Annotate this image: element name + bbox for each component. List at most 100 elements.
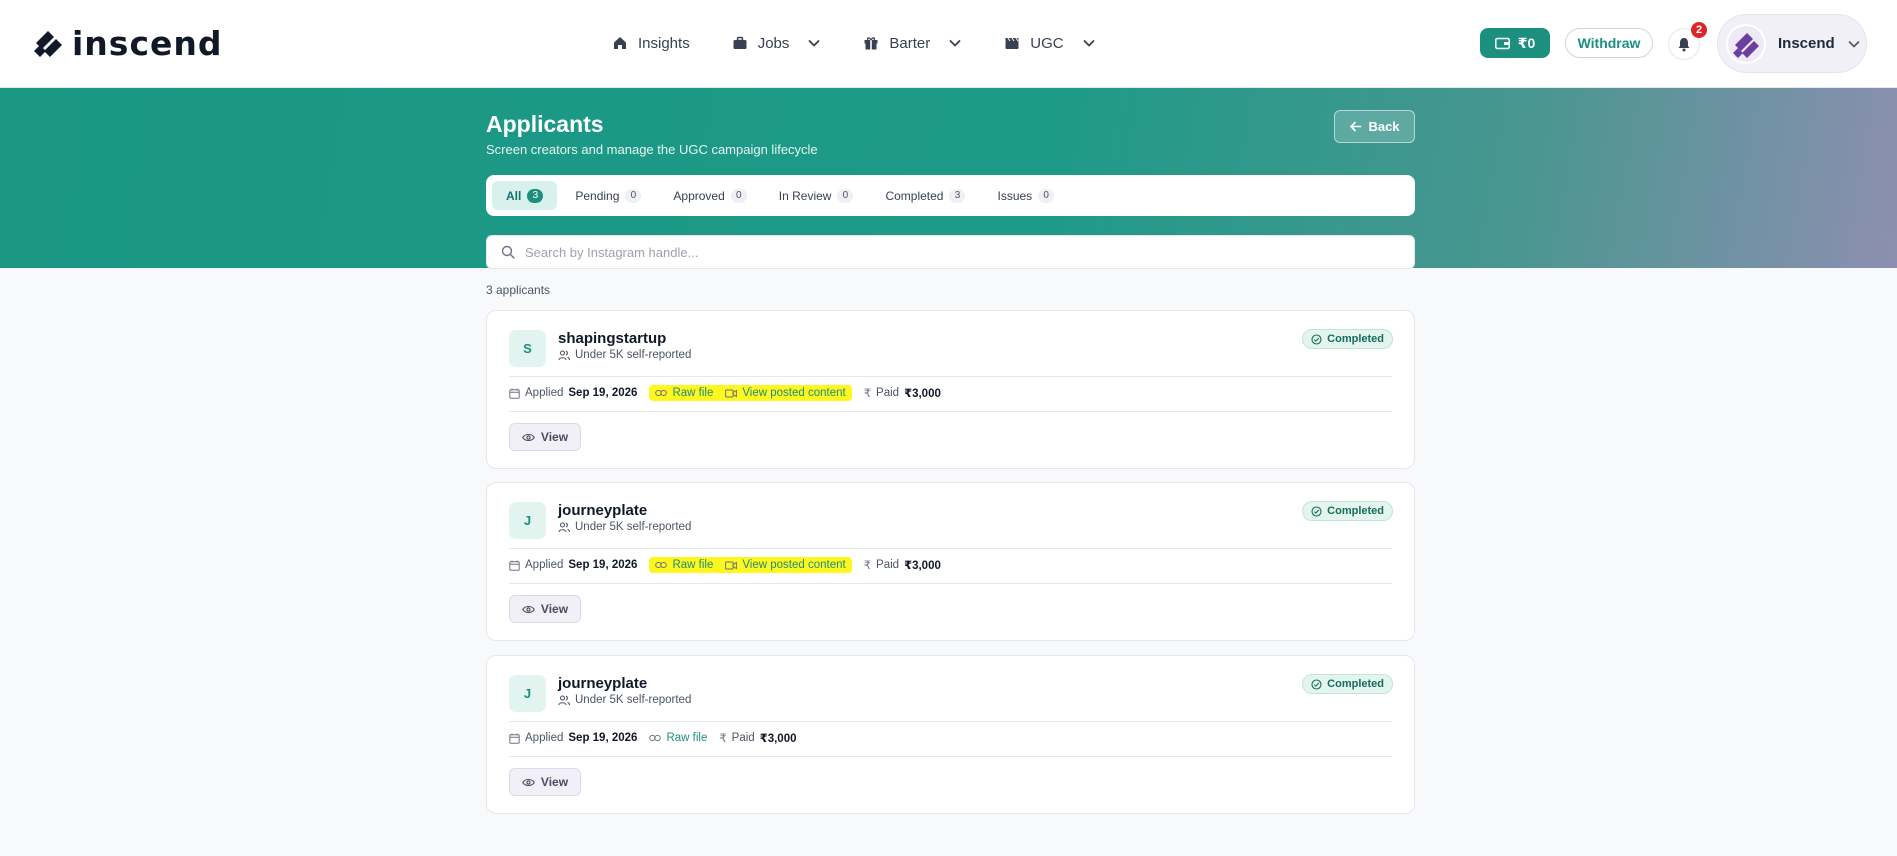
view-button[interactable]: View (509, 768, 581, 796)
notifications-button[interactable]: 2 (1668, 22, 1707, 60)
view-posted-content-link[interactable]: View posted content (725, 559, 846, 571)
bell-icon (1678, 37, 1690, 51)
eye-icon (522, 433, 535, 441)
raw-file-label: Raw file (672, 559, 714, 571)
link-icon (649, 735, 662, 741)
applied-info: Applied Sep 19, 2026 (509, 559, 637, 571)
brand-logo[interactable]: inscend (32, 24, 223, 63)
check-circle-icon (1311, 678, 1322, 690)
view-posted-label: View posted content (742, 559, 846, 571)
nav-item-barter[interactable]: Barter (863, 28, 962, 58)
results-count: 3 applicants (486, 283, 551, 297)
clapperboard-icon (1005, 37, 1019, 49)
eye-icon (522, 605, 535, 613)
view-posted-content-link[interactable]: View posted content (725, 387, 846, 399)
applied-label: Applied (525, 732, 564, 744)
status-badge: Completed (1302, 329, 1393, 349)
paid-amount: ₹3,000 (904, 388, 941, 400)
paid-label: Paid (731, 732, 755, 744)
tab-label: Completed (885, 188, 944, 203)
nav-label: Jobs (757, 34, 790, 52)
paid-amount: ₹3,000 (759, 733, 797, 745)
nav-label: Barter (889, 34, 931, 52)
inscend-logo-icon (34, 30, 62, 57)
rupee-icon: ₹ (863, 388, 872, 400)
applicant-card: J journeyplate Under 5K self-reported Co… (486, 655, 1415, 814)
view-posted-label: View posted content (742, 387, 846, 399)
users-icon (558, 694, 570, 705)
search-field (486, 235, 1415, 269)
tab-completed[interactable]: Completed 3 (871, 181, 979, 210)
raw-file-link[interactable]: Raw file (655, 387, 713, 399)
calendar-icon (509, 560, 520, 571)
nav-item-ugc[interactable]: UGC (1004, 28, 1095, 58)
followers-text: Under 5K self-reported (575, 694, 692, 706)
wallet-balance-button[interactable]: ₹0 (1480, 28, 1550, 58)
arrow-left-icon (1350, 121, 1362, 132)
tab-count: 0 (730, 188, 747, 203)
tab-approved[interactable]: Approved 0 (659, 181, 760, 210)
nav-item-insights[interactable]: Insights (612, 28, 690, 58)
view-label: View (540, 430, 569, 444)
tab-pending[interactable]: Pending 0 (561, 181, 655, 210)
status-tabs: All 3 Pending 0 Approved 0 In Review 0 Compl… (486, 175, 1415, 216)
raw-file-link[interactable]: Raw file (655, 559, 713, 571)
page-title: Applicants (486, 111, 604, 137)
view-button[interactable]: View (509, 423, 581, 451)
tab-all[interactable]: All 3 (492, 181, 558, 210)
tab-in-review[interactable]: In Review 0 (765, 181, 868, 210)
tab-label: Issues (997, 188, 1033, 203)
avatar (1726, 23, 1766, 64)
applicant-followers: Under 5K self-reported (558, 349, 691, 361)
applied-label: Applied (525, 559, 564, 571)
video-icon (725, 561, 738, 569)
check-circle-icon (1311, 333, 1322, 345)
tab-label: Pending (575, 188, 620, 203)
raw-file-label: Raw file (666, 732, 708, 744)
search-input[interactable] (525, 244, 1385, 260)
view-label: View (540, 775, 569, 789)
nav-label: Insights (638, 34, 690, 52)
wallet-icon (1494, 37, 1510, 49)
home-icon (614, 37, 626, 49)
applicant-meta: Applied Sep 19, 2026 Raw file View poste… (509, 557, 953, 573)
view-button[interactable]: View (509, 595, 581, 623)
status-text: Completed (1327, 678, 1384, 690)
notification-badge: 2 (1691, 22, 1707, 38)
back-button[interactable]: Back (1334, 110, 1415, 143)
tab-label: In Review (778, 188, 832, 203)
status-text: Completed (1327, 333, 1384, 345)
divider (509, 583, 1392, 584)
calendar-icon (509, 733, 520, 744)
inscend-avatar-icon (1728, 25, 1764, 62)
calendar-icon (509, 388, 520, 399)
profile-menu[interactable]: Inscend (1717, 14, 1867, 73)
tab-label: All (506, 188, 522, 203)
briefcase-icon (733, 36, 747, 49)
paid-amount: ₹3,000 (904, 560, 941, 572)
applicant-avatar: S (509, 330, 546, 367)
gift-icon (864, 37, 878, 50)
applicant-followers: Under 5K self-reported (558, 521, 691, 533)
paid-label: Paid (876, 387, 900, 399)
applicant-meta: Applied Sep 19, 2026 Raw file View poste… (509, 385, 953, 401)
wallet-balance: ₹0 (1517, 34, 1536, 51)
applicant-handle[interactable]: journeyplate (558, 502, 647, 519)
paid-info: ₹ Paid ₹3,000 (864, 558, 941, 572)
nav-item-jobs[interactable]: Jobs (732, 28, 822, 58)
applicant-handle[interactable]: shapingstartup (558, 330, 666, 347)
paid-info: ₹ Paid ₹3,000 (719, 731, 796, 745)
raw-file-link[interactable]: Raw file (649, 732, 707, 744)
rupee-icon: ₹ (863, 560, 872, 572)
raw-file-label: Raw file (672, 387, 714, 399)
divider (509, 411, 1392, 412)
chevron-down-icon (1848, 40, 1859, 48)
applied-date: Sep 19, 2026 (568, 559, 638, 571)
withdraw-button[interactable]: Withdraw (1565, 28, 1653, 58)
top-navigation-bar: inscend Insights Jobs Barter UGC ₹0 With… (0, 0, 1897, 88)
users-icon (558, 521, 570, 532)
tab-issues[interactable]: Issues 0 (983, 181, 1068, 210)
tab-count: 0 (625, 188, 642, 203)
applicant-handle[interactable]: journeyplate (558, 675, 647, 692)
applicant-avatar: J (509, 675, 546, 712)
